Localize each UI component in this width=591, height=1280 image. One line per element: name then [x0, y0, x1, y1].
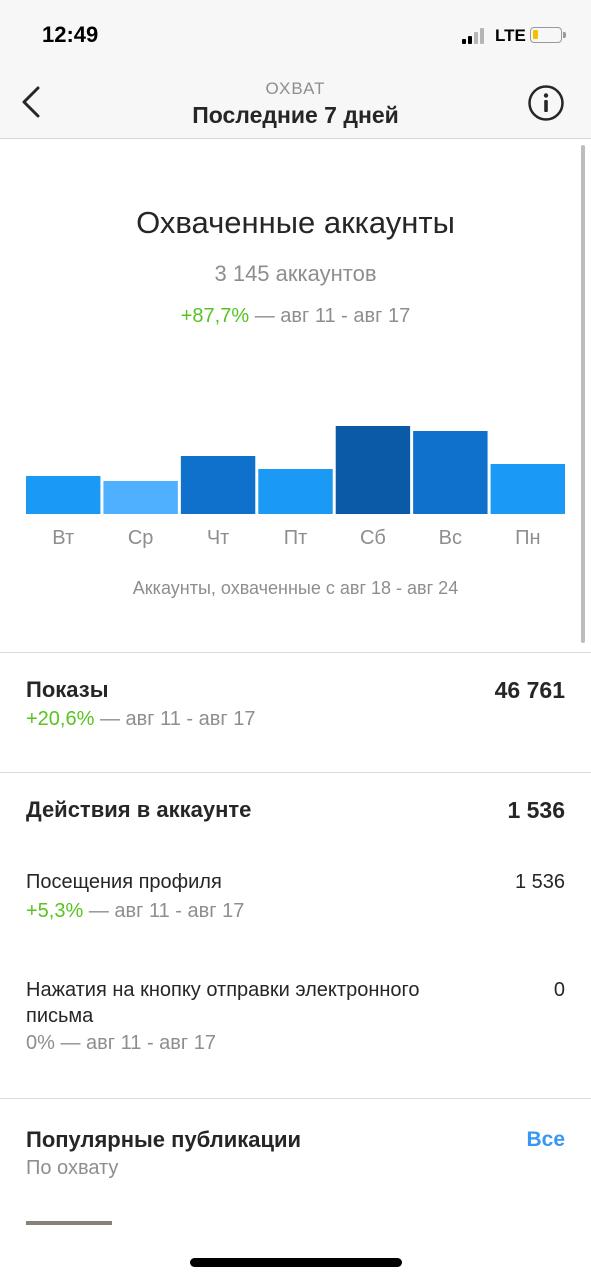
bar-Сб[interactable]	[335, 426, 411, 514]
divider	[0, 652, 591, 653]
bar-Вт[interactable]	[26, 476, 101, 514]
battery-icon	[530, 27, 566, 43]
bar-Пт[interactable]	[258, 469, 333, 514]
actions-value: 1 536	[507, 797, 565, 823]
reach-change-period: — авг 11 - авг 17	[249, 305, 411, 327]
reach-caption: Аккаунты, охваченные с авг 18 - авг 24	[132, 578, 459, 598]
network-label: LTE	[495, 26, 526, 45]
reach-change: +87,7% — авг 11 - авг 17	[0, 305, 591, 328]
impressions-value: 46 761	[494, 677, 565, 703]
profile-visits-change: +5,3% — авг 11 - авг 17	[26, 900, 244, 923]
divider	[0, 772, 591, 773]
profile-visits-change-period: — авг 11 - авг 17	[83, 900, 245, 922]
profile-visits-label: Посещения профиля	[26, 871, 222, 893]
status-time: 12:49	[42, 22, 99, 47]
reach-title: Охваченные аккаунты	[136, 205, 455, 240]
info-icon[interactable]	[527, 84, 565, 122]
divider	[0, 1098, 591, 1099]
see-all-button[interactable]: Все	[526, 1128, 565, 1152]
bar-Чт[interactable]	[180, 456, 256, 514]
status-bar: 12:49 LTE	[0, 0, 591, 70]
tick-label-Вт: Вт	[52, 527, 74, 549]
popular-title: Популярные публикации	[26, 1127, 302, 1152]
bar-Пн[interactable]	[490, 464, 565, 514]
reach-count: 3 145 аккаунтов	[214, 261, 377, 286]
tick-label-Пт: Пт	[284, 527, 308, 549]
navigation-bar: ОХВАТ Последние 7 дней	[0, 70, 591, 139]
popular-subtitle: По охвату	[26, 1157, 119, 1179]
email-taps-label-line2: письма	[26, 1005, 94, 1027]
home-indicator[interactable]	[190, 1258, 402, 1267]
page-title: Последние 7 дней	[192, 102, 399, 128]
impressions-change-period: — авг 11 - авг 17	[94, 708, 256, 730]
tick-label-Вс: Вс	[439, 527, 462, 549]
tick-label-Ср: Ср	[128, 527, 154, 549]
impressions-change-percent: +20,6%	[26, 708, 95, 730]
email-taps-value: 0	[553, 979, 565, 1001]
email-taps-label: Нажатия на кнопку отправки электронного …	[26, 977, 420, 1029]
email-taps-label-line1: Нажатия на кнопку отправки электронного	[26, 979, 420, 1001]
post-thumbnail[interactable]	[26, 1221, 112, 1225]
tick-label-Пн: Пн	[515, 527, 540, 549]
bar-Ср[interactable]	[103, 481, 178, 514]
tick-label-Чт: Чт	[207, 527, 230, 549]
impressions-title: Показы	[26, 677, 109, 702]
reach-bar-chart: Вт Ср Чт Пт Сб Вс Пн	[26, 426, 565, 549]
reach-change-percent: +87,7%	[180, 305, 250, 327]
profile-visits-value: 1 536	[514, 871, 565, 893]
profile-visits-change-percent: +5,3%	[26, 900, 84, 922]
signal-icon	[462, 28, 490, 44]
bar-Вс[interactable]	[413, 431, 488, 514]
impressions-change: +20,6% — авг 11 - авг 17	[26, 708, 255, 731]
tick-label-Сб: Сб	[360, 527, 386, 549]
actions-title: Действия в аккаунте	[26, 797, 252, 822]
email-taps-change: 0% — авг 11 - авг 17	[26, 1032, 216, 1054]
nav-super-title: ОХВАТ	[265, 79, 326, 98]
